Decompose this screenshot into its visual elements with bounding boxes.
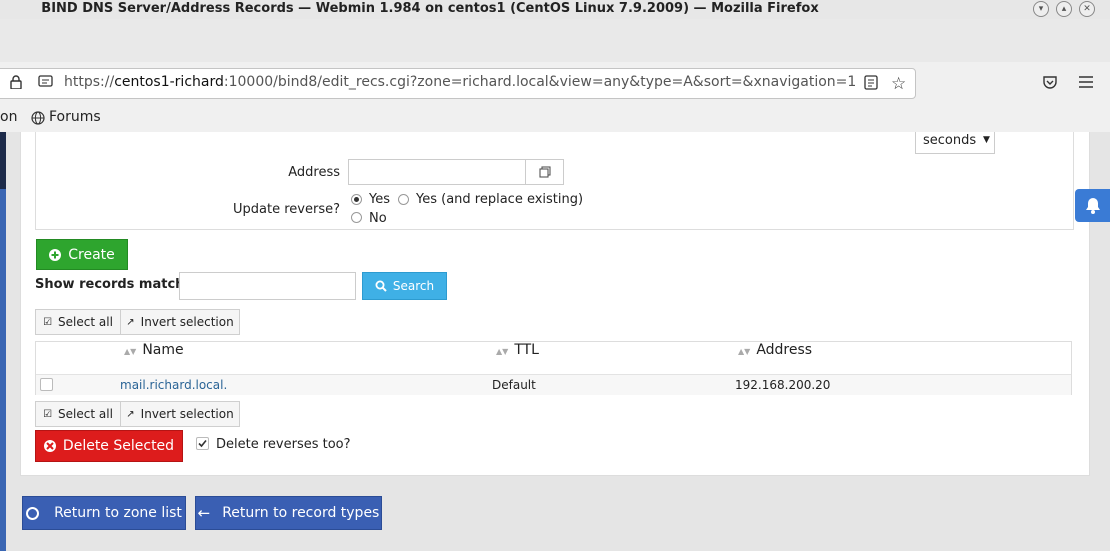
delete-reverses-label[interactable]: Delete reverses too? bbox=[216, 437, 351, 452]
bookmark-star-icon[interactable]: ☆ bbox=[891, 74, 906, 94]
header-ttl[interactable]: ▲▼ TTL bbox=[496, 342, 539, 358]
plus-circle-icon bbox=[49, 248, 62, 261]
address-input[interactable] bbox=[348, 159, 526, 185]
notifications-button[interactable] bbox=[1075, 189, 1110, 222]
bookmark-partial[interactable]: on bbox=[0, 109, 17, 125]
address-label: Address bbox=[288, 165, 340, 180]
minimize-icon[interactable]: ▾ bbox=[1033, 1, 1049, 17]
window-title: BIND DNS Server/Address Records — Webmin… bbox=[41, 1, 819, 16]
external-link-icon: ↗ bbox=[126, 408, 135, 420]
left-sidebar-dark bbox=[0, 132, 6, 189]
window-titlebar: BIND DNS Server/Address Records — Webmin… bbox=[0, 0, 1110, 19]
globe-icon bbox=[31, 111, 45, 125]
chevron-down-icon: ▼ bbox=[983, 135, 990, 145]
reverse-replace-radio[interactable] bbox=[398, 194, 409, 205]
invert-selection-bottom-button[interactable]: ↗ Invert selection bbox=[120, 401, 240, 427]
delete-reverses-checkbox[interactable] bbox=[196, 437, 209, 450]
header-name[interactable]: ▲▼ Name bbox=[124, 342, 184, 358]
times-circle-icon bbox=[43, 440, 56, 452]
pocket-icon[interactable] bbox=[1042, 75, 1058, 90]
create-button[interactable]: Create bbox=[36, 239, 128, 270]
permissions-icon[interactable] bbox=[38, 75, 54, 89]
record-address: 192.168.200.20 bbox=[735, 378, 831, 392]
sort-icon: ▲▼ bbox=[496, 347, 509, 356]
address-picker-button[interactable] bbox=[525, 159, 564, 185]
create-label: Create bbox=[68, 246, 115, 263]
return-record-types-button[interactable]: ← Return to record types bbox=[195, 496, 382, 530]
reverse-no-radio[interactable] bbox=[351, 212, 362, 223]
bookmarks-bar bbox=[0, 105, 1110, 133]
search-button[interactable]: Search bbox=[362, 272, 447, 300]
search-icon bbox=[375, 280, 387, 292]
close-icon[interactable]: ✕ bbox=[1079, 1, 1095, 17]
tab-strip bbox=[0, 19, 1110, 63]
reader-view-icon[interactable] bbox=[864, 75, 878, 90]
delete-selected-label: Delete Selected bbox=[62, 438, 175, 454]
sort-icon: ▲▼ bbox=[124, 347, 137, 356]
select-all-top-button[interactable]: ☑ Select all bbox=[35, 309, 121, 335]
row-checkbox[interactable] bbox=[40, 378, 53, 391]
search-button-label: Search bbox=[392, 279, 435, 293]
maximize-icon[interactable]: ▴ bbox=[1056, 1, 1072, 17]
return-zone-list-button[interactable]: Return to zone list bbox=[22, 496, 186, 530]
ttl-unit-select[interactable]: seconds ▼ bbox=[915, 132, 995, 154]
checkbox-icon: ☑ bbox=[43, 408, 53, 420]
arrow-circle-left-icon bbox=[26, 506, 40, 520]
arrow-left-icon: ← bbox=[197, 504, 211, 522]
ttl-unit-value: seconds bbox=[923, 133, 977, 148]
menu-icon[interactable] bbox=[1079, 76, 1093, 88]
sort-icon: ▲▼ bbox=[738, 347, 751, 356]
invert-selection-top-button[interactable]: ↗ Invert selection bbox=[120, 309, 240, 335]
reverse-replace-label[interactable]: Yes (and replace existing) bbox=[416, 192, 583, 207]
header-address[interactable]: ▲▼ Address bbox=[738, 342, 812, 358]
delete-selected-button[interactable]: Delete Selected bbox=[35, 430, 183, 462]
record-name-link[interactable]: mail.richard.local. bbox=[120, 378, 227, 392]
external-link-icon: ↗ bbox=[126, 316, 135, 328]
select-all-bottom-button[interactable]: ☑ Select all bbox=[35, 401, 121, 427]
lock-icon[interactable] bbox=[10, 75, 22, 90]
copy-icon bbox=[539, 166, 551, 178]
bell-icon bbox=[1086, 198, 1100, 214]
checkbox-icon: ☑ bbox=[43, 316, 53, 328]
search-input[interactable] bbox=[179, 272, 356, 300]
reverse-no-label[interactable]: No bbox=[369, 211, 387, 226]
left-sidebar-edge bbox=[0, 132, 6, 551]
url-text[interactable]: https://centos1-richard:10000/bind8/edit… bbox=[64, 74, 856, 90]
reverse-yes-radio[interactable] bbox=[351, 194, 362, 205]
bookmark-forums[interactable]: Forums bbox=[49, 109, 101, 125]
record-ttl: Default bbox=[492, 378, 536, 392]
checkmark-icon bbox=[198, 439, 207, 448]
update-reverse-label: Update reverse? bbox=[233, 202, 340, 217]
reverse-yes-label[interactable]: Yes bbox=[369, 192, 390, 207]
